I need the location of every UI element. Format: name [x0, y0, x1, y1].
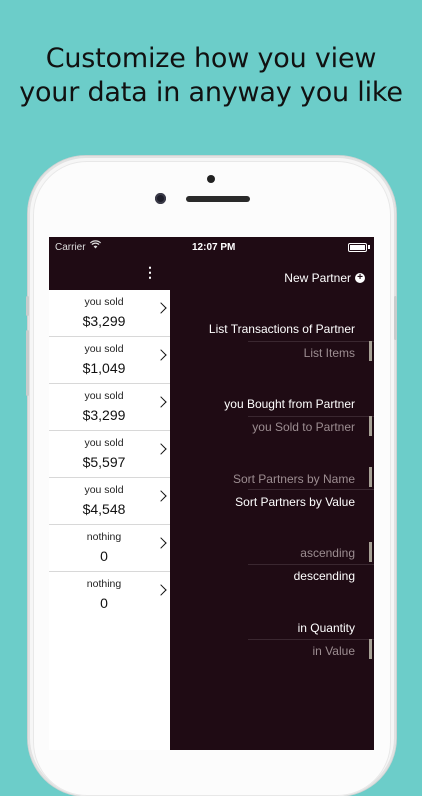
options-menu: New Partner + List Transactions of Partne… — [170, 237, 374, 750]
sort-by-value-option[interactable]: Sort Partners by Value — [235, 495, 355, 509]
carrier-label: Carrier — [55, 242, 86, 253]
partner-row[interactable]: you sold $1,049 — [49, 337, 170, 384]
in-value-option[interactable]: in Value — [313, 644, 355, 658]
add-circle-icon: + — [355, 272, 365, 283]
list-transactions-option[interactable]: List Transactions of Partner — [209, 322, 355, 336]
list-items-option[interactable]: List Items — [304, 346, 355, 360]
partner-row[interactable]: you sold $3,299 — [49, 384, 170, 431]
divider — [248, 489, 374, 490]
new-partner-button[interactable]: New Partner + — [284, 271, 365, 285]
partner-row-value: $4,548 — [82, 501, 126, 517]
selection-marker — [369, 639, 372, 659]
partner-list-pane: ⋮ you sold $3,299 you sold $1,049 you sold $3… — [49, 237, 170, 750]
partner-row-label: nothing — [86, 531, 122, 543]
more-menu-icon[interactable]: ⋮ — [143, 264, 157, 280]
divider — [248, 564, 374, 565]
app-screen: ⋮ you sold $3,299 you sold $1,049 you sold $3… — [49, 237, 374, 750]
partner-row-value: $5,597 — [82, 454, 126, 470]
promo-headline: Customize how you view your data in anyw… — [0, 42, 422, 110]
partner-list: you sold $3,299 you sold $1,049 you sold $3,2… — [49, 290, 170, 619]
earpiece-speaker — [186, 196, 250, 202]
partner-row[interactable]: you sold $5,597 — [49, 431, 170, 478]
partner-row-label: you sold — [84, 343, 124, 355]
partner-row-label: you sold — [84, 296, 124, 308]
partner-row[interactable]: you sold $3,299 — [49, 290, 170, 337]
in-quantity-option[interactable]: in Quantity — [298, 621, 355, 635]
divider — [248, 416, 374, 417]
headline-line-1: Customize how you view — [45, 43, 377, 74]
partner-row-label: you sold — [84, 484, 124, 496]
volume-down-button — [26, 358, 29, 396]
partner-row[interactable]: you sold $4,548 — [49, 478, 170, 525]
partner-row-label: you sold — [84, 437, 124, 449]
partner-row-label: you sold — [84, 390, 124, 402]
mute-switch — [26, 296, 29, 316]
sort-by-name-option[interactable]: Sort Partners by Name — [233, 472, 355, 486]
you-bought-option[interactable]: you Bought from Partner — [224, 397, 355, 411]
descending-option[interactable]: descending — [294, 569, 355, 583]
partner-row-value: $1,049 — [82, 360, 126, 376]
you-sold-option[interactable]: you Sold to Partner — [252, 420, 355, 434]
partner-row-label: nothing — [86, 578, 122, 590]
wifi-icon — [89, 240, 102, 252]
partner-row[interactable]: nothing 0 — [49, 525, 170, 572]
divider — [248, 341, 374, 342]
power-button — [394, 296, 397, 340]
list-empty-area — [49, 616, 170, 750]
selection-marker — [369, 467, 372, 487]
ascending-option[interactable]: ascending — [300, 546, 355, 560]
selection-marker — [369, 416, 372, 436]
selection-marker — [369, 542, 372, 562]
proximity-sensor — [207, 175, 215, 183]
front-camera-icon — [155, 193, 166, 204]
headline-line-2: your data in anyway you like — [19, 77, 403, 108]
partner-row-value: 0 — [100, 548, 108, 564]
partner-row-value: 0 — [100, 595, 108, 611]
partner-row-value: $3,299 — [82, 407, 126, 423]
partner-row[interactable]: nothing 0 — [49, 572, 170, 619]
selection-marker — [369, 341, 372, 361]
partner-row-value: $3,299 — [82, 313, 126, 329]
divider — [248, 639, 374, 640]
new-partner-label: New Partner — [284, 271, 351, 285]
